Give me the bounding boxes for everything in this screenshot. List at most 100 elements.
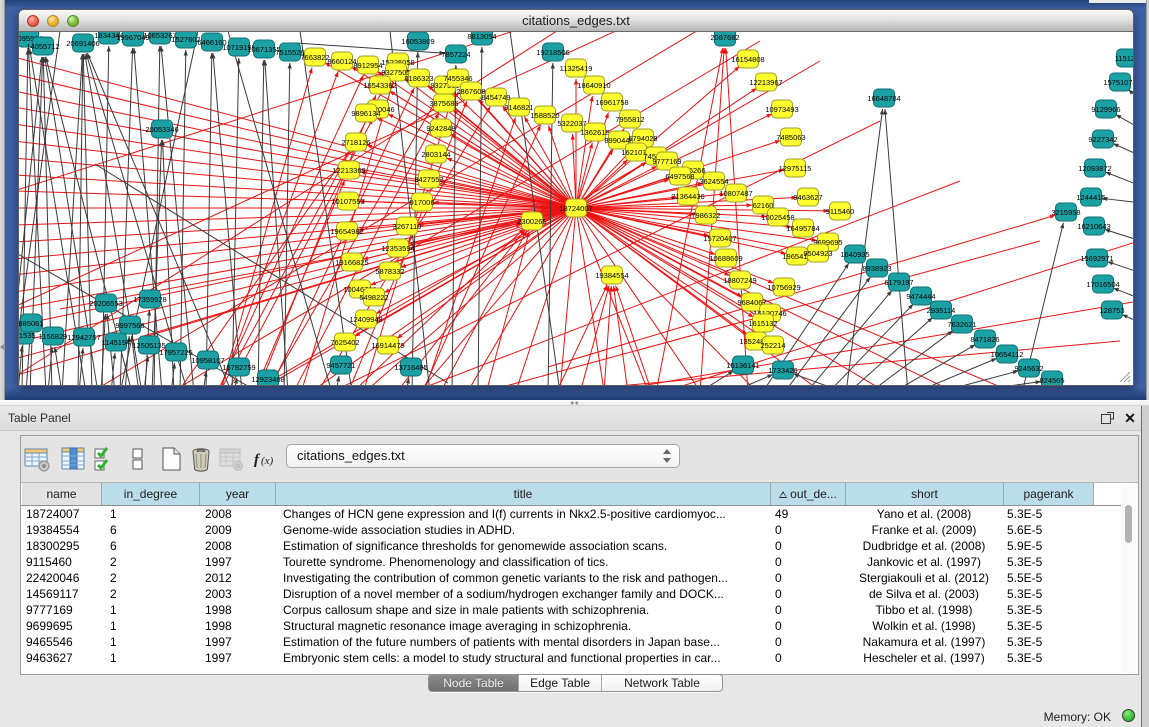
new-document-icon[interactable] (157, 445, 185, 473)
graph-node[interactable]: 1640935 (840, 245, 869, 263)
network-file-select[interactable]: citations_edges.txt (286, 444, 680, 468)
graph-node[interactable]: 7632621 (947, 315, 976, 333)
tab-network-table[interactable]: Network Table (602, 675, 722, 691)
graph-node[interactable]: 3215958 (1051, 203, 1080, 221)
graph-node[interactable]: 12093872 (1078, 159, 1111, 177)
graph-node[interactable]: 8813054 (467, 32, 496, 45)
graph-node[interactable]: 16961758 (595, 93, 628, 111)
table-row[interactable]: 1872400712008Changes of HCN gene express… (21, 506, 1124, 522)
graph-node[interactable]: 9227342 (1088, 130, 1117, 148)
graph-node[interactable]: 1156829 (39, 327, 68, 345)
graph-node[interactable]: 7955812 (615, 110, 644, 128)
graph-node[interactable]: 924565 (1039, 371, 1064, 385)
table-row[interactable]: 977716911998Corpus callosum shape and si… (21, 602, 1124, 618)
select-columns-icon[interactable] (59, 445, 87, 473)
resize-grip-icon[interactable] (1117, 369, 1131, 383)
graph-node[interactable]: 8427552 (414, 170, 443, 188)
graph-node[interactable]: 5878332 (375, 262, 404, 280)
graph-node[interactable]: 7485063 (776, 128, 805, 146)
graph-node[interactable]: 16053809 (401, 32, 434, 50)
graph-node[interactable]: 9146821 (504, 98, 533, 116)
graph-node[interactable]: 15751074 (1103, 73, 1133, 91)
graph-node[interactable]: 1615132 (748, 314, 777, 332)
import-table-icon[interactable] (217, 445, 245, 473)
graph-node[interactable]: 9896134 (351, 104, 380, 122)
graph-node[interactable]: 6497568 (665, 167, 694, 185)
graph-node[interactable]: 9504923 (803, 244, 832, 262)
graph-node[interactable]: 1145194 (102, 333, 131, 351)
graph-node[interactable]: 2803144 (421, 145, 450, 163)
column-header-year[interactable]: year (200, 483, 276, 505)
rows-icon[interactable] (124, 445, 152, 473)
network-document-window[interactable]: 1872400790959141405571220691406183434419… (18, 9, 1134, 386)
graph-node[interactable]: 13716485 (394, 358, 427, 376)
delete-icon[interactable] (187, 445, 215, 473)
column-header-pagerank[interactable]: pagerank (1004, 483, 1094, 505)
graph-node[interactable]: 3267110 (393, 217, 422, 235)
table-settings-icon[interactable] (23, 445, 51, 473)
graph-node[interactable]: 9242848 (426, 119, 455, 137)
graph-node[interactable]: 128753 (1099, 301, 1124, 319)
graph-node[interactable]: 19166825 (335, 253, 368, 271)
splitter-grip-icon[interactable] (570, 401, 579, 405)
graph-node[interactable]: 2300265 (517, 212, 546, 230)
graph-node[interactable]: 12923468 (251, 370, 284, 385)
graph-node[interactable]: 6179197 (884, 273, 913, 291)
graph-node[interactable]: 8471826 (970, 330, 999, 348)
collapse-left-arrow-icon[interactable] (0, 344, 4, 350)
graph-node[interactable]: 11325419 (560, 59, 593, 77)
graph-node[interactable]: 9115460 (826, 202, 855, 220)
select-all-icon[interactable] (91, 445, 119, 473)
graph-node[interactable]: 9245632 (1014, 359, 1043, 377)
network-canvas[interactable]: 1872400790959141405571220691406183434419… (19, 32, 1133, 385)
table-row[interactable]: 1938455462009Genome-wide association stu… (21, 522, 1124, 538)
graph-node[interactable]: 16648784 (867, 89, 900, 107)
table-row[interactable]: 1830029562008Estimation of significance … (21, 538, 1124, 554)
graph-node[interactable]: 1527602 (171, 32, 200, 48)
graph-node[interactable]: 985061 (19, 314, 44, 332)
graph-node[interactable]: 12213967 (749, 73, 782, 91)
column-header-title[interactable]: title (276, 483, 771, 505)
table-row[interactable]: 946554611997Estimation of the future num… (21, 634, 1124, 650)
table-row[interactable]: 911546021997Tourette syndrome. Phenomeno… (21, 554, 1124, 570)
graph-node[interactable]: 3875685 (429, 94, 458, 112)
window-titlebar[interactable]: citations_edges.txt (19, 10, 1133, 32)
graph-node[interactable]: 18807249 (723, 271, 756, 289)
graph-node[interactable]: 19218506 (536, 43, 569, 61)
graph-node[interactable]: 10688609 (709, 249, 742, 267)
graph-node[interactable]: 8186323 (404, 69, 433, 87)
graph-node[interactable]: 5498222 (359, 288, 388, 306)
graph-node[interactable]: 9997568 (115, 316, 144, 334)
graph-node[interactable]: 15692971 (1080, 249, 1113, 267)
graph-node[interactable]: 2718126 (341, 133, 370, 151)
table-row[interactable]: 2242004622012Investigating the contribut… (21, 570, 1124, 586)
graph-node[interactable]: 9129966 (1091, 100, 1120, 118)
graph-node[interactable]: 2087682 (710, 32, 739, 46)
graph-node[interactable]: 12975115 (779, 159, 812, 177)
graph-node[interactable]: 8660124 (327, 52, 356, 70)
tab-edge-table[interactable]: Edge Table (519, 675, 602, 691)
graph-node[interactable]: 17016504 (1086, 275, 1119, 293)
graph-node[interactable]: 1588520 (530, 106, 559, 124)
graph-node[interactable]: 16210643 (1077, 217, 1110, 235)
graph-node[interactable]: 115120 (1115, 49, 1133, 67)
table-row[interactable]: 969969511998Structural magnetic resonanc… (21, 618, 1124, 634)
column-header-in-degree[interactable]: in_degree (102, 483, 200, 505)
table-row[interactable]: 1456911722003Disruption of a novel membe… (21, 586, 1124, 602)
function-builder-icon[interactable]: f(x) (253, 445, 281, 473)
graph-node[interactable]: 10654112 (991, 345, 1024, 363)
graph-node[interactable]: 917006 (409, 193, 434, 211)
column-header-short[interactable]: short (846, 483, 1004, 505)
graph-node[interactable]: 7857224 (441, 45, 470, 63)
column-header-name[interactable]: name (22, 483, 102, 505)
table-vertical-scrollbar[interactable] (1121, 485, 1136, 673)
graph-node[interactable]: 1244415 (1076, 188, 1105, 206)
column-header-out-de-[interactable]: out_de... (771, 483, 846, 505)
graph-node[interactable]: 9457721 (326, 356, 355, 374)
graph-node[interactable]: 1733426 (768, 361, 797, 379)
graph-node[interactable]: 3624554 (699, 172, 728, 190)
graph-node[interactable]: 18640910 (577, 76, 610, 94)
close-panel-icon[interactable]: ✕ (1122, 410, 1138, 426)
graph-node[interactable]: 7625402 (330, 333, 359, 351)
graph-node[interactable]: 252214 (760, 336, 785, 354)
